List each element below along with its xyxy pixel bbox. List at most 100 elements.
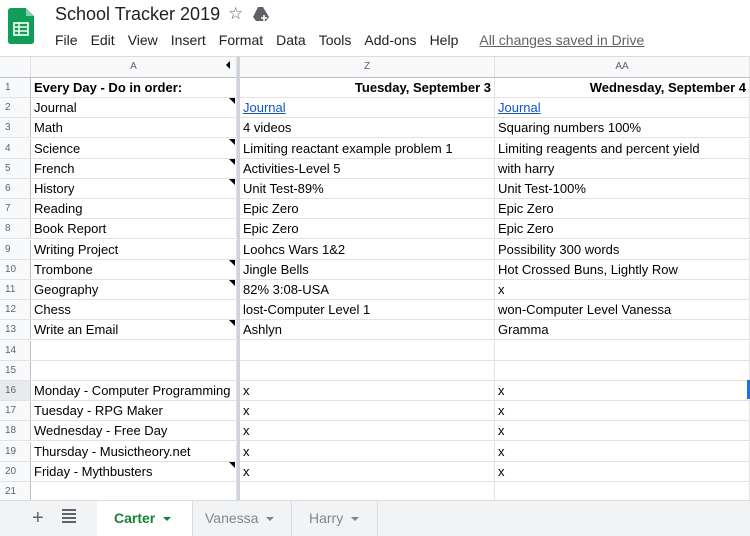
cell-z[interactable]: Limiting reactant example problem 1 [240,138,495,158]
tab-dropdown-icon[interactable] [163,517,172,522]
row-header[interactable]: 3 [0,118,31,138]
row-header[interactable]: 16 [0,381,31,400]
cell-aa[interactable]: Hot Crossed Buns, Lightly Row [495,259,750,279]
row-header[interactable]: 12 [0,300,31,320]
cell-aa[interactable]: x [495,381,750,400]
cell-a[interactable]: Wednesday - Free Day [31,421,237,441]
cell-a[interactable]: Book Report [31,219,237,239]
row-header[interactable]: 15 [0,360,31,380]
row-header[interactable]: 18 [0,421,31,441]
row-header[interactable]: 10 [0,259,31,279]
menu-addons[interactable]: Add-ons [364,32,416,48]
document-title[interactable]: School Tracker 2019 [55,4,220,25]
cell-aa[interactable]: won-Computer Level Vanessa [495,300,750,320]
select-all-corner[interactable] [0,57,31,77]
menu-view[interactable]: View [128,32,158,48]
cell-a[interactable]: Reading [31,199,237,219]
cell-aa[interactable]: Journal [495,98,750,118]
row-header[interactable]: 13 [0,320,31,340]
cell-a[interactable]: Friday - Mythbusters [31,461,237,481]
menu-data[interactable]: Data [276,32,306,48]
cell-a[interactable]: Chess [31,300,237,320]
row-header[interactable]: 7 [0,199,31,219]
cell-a[interactable]: Science [31,138,237,158]
all-sheets-icon[interactable] [62,509,76,525]
cell-a[interactable]: Every Day - Do in order: [31,78,237,97]
row-header[interactable]: 19 [0,441,31,461]
cell-z[interactable]: x [240,401,495,421]
cell-aa[interactable]: Limiting reagents and percent yield [495,138,750,158]
tab-dropdown-icon[interactable] [351,517,360,522]
cell-aa[interactable]: Wednesday, September 4 [495,78,750,97]
star-icon[interactable]: ☆ [228,4,243,24]
row-header[interactable]: 2 [0,98,31,118]
menu-help[interactable]: Help [430,32,459,48]
cell-z[interactable] [240,360,495,380]
note-indicator-icon[interactable] [229,98,235,105]
cell-aa[interactable]: Epic Zero [495,199,750,219]
cell-z[interactable]: Tuesday, September 3 [240,78,495,97]
cell-z[interactable]: Activities-Level 5 [240,158,495,178]
row-header[interactable]: 9 [0,239,31,259]
cell-z[interactable]: x [240,441,495,461]
menu-insert[interactable]: Insert [171,32,206,48]
cell-aa[interactable]: Unit Test-100% [495,179,750,198]
row-header[interactable]: 1 [0,78,31,97]
note-indicator-icon[interactable] [229,138,235,145]
sheet-tab-carter[interactable]: Carter [97,501,193,536]
column-header-a[interactable]: A [31,57,237,77]
cell-aa[interactable]: x [495,401,750,421]
cell-z[interactable]: x [240,421,495,441]
menu-format[interactable]: Format [219,32,263,48]
cell-a[interactable]: Thursday - Musictheory.net [31,441,237,461]
cell-z[interactable]: 4 videos [240,118,495,138]
row-header[interactable]: 20 [0,461,31,481]
cell-aa[interactable]: Gramma [495,320,750,340]
collapse-columns-icon[interactable] [226,61,230,69]
cell-a[interactable]: Geography [31,280,237,299]
cell-z[interactable]: Ashlyn [240,320,495,340]
cell-z[interactable] [240,340,495,360]
cell-aa[interactable] [495,360,750,380]
column-header-z[interactable]: Z [240,57,495,77]
row-header[interactable]: 8 [0,219,31,239]
move-to-drive-icon[interactable] [252,6,270,22]
column-header-aa[interactable]: AA [495,57,750,77]
sheet-tab-harry[interactable]: Harry [292,501,378,536]
menu-file[interactable]: File [55,32,78,48]
cell-z[interactable]: Loohcs Wars 1&2 [240,239,495,259]
cell-z[interactable]: Jingle Bells [240,259,495,279]
cell-aa[interactable]: x [495,421,750,441]
cell-z[interactable]: Epic Zero [240,219,495,239]
cell-z[interactable]: x [240,461,495,481]
cell-a[interactable]: Monday - Computer Programming [31,381,237,400]
cell-aa[interactable]: Epic Zero [495,219,750,239]
cell-a[interactable]: History [31,179,237,198]
note-indicator-icon[interactable] [229,280,235,286]
menu-edit[interactable]: Edit [91,32,115,48]
cell-z[interactable]: 82% 3:08-USA [240,280,495,299]
menu-tools[interactable]: Tools [319,32,352,48]
add-sheet-button[interactable]: + [32,507,44,530]
sheet-tab-vanessa[interactable]: Vanessa [188,501,292,536]
cell-a[interactable]: French [31,158,237,178]
cell-a[interactable]: Trombone [31,259,237,279]
frozen-column-divider[interactable] [237,57,240,500]
cell-aa[interactable] [495,482,750,501]
cell-a[interactable]: Journal [31,98,237,118]
cell-z[interactable]: Journal [240,98,495,118]
row-header[interactable]: 11 [0,280,31,299]
note-indicator-icon[interactable] [229,320,235,327]
note-indicator-icon[interactable] [229,158,235,165]
cell-a[interactable]: Write an Email [31,320,237,340]
row-header[interactable]: 21 [0,482,31,501]
cell-aa[interactable]: Squaring numbers 100% [495,118,750,138]
cell-a[interactable]: Tuesday - RPG Maker [31,401,237,421]
save-status-link[interactable]: All changes saved in Drive [479,32,644,48]
cell-aa[interactable]: with harry [495,158,750,178]
cell-z[interactable]: x [240,381,495,400]
sheets-logo-icon[interactable] [8,8,34,44]
row-header[interactable]: 14 [0,340,31,360]
cell-aa[interactable] [495,340,750,360]
cell-z[interactable]: Epic Zero [240,199,495,219]
